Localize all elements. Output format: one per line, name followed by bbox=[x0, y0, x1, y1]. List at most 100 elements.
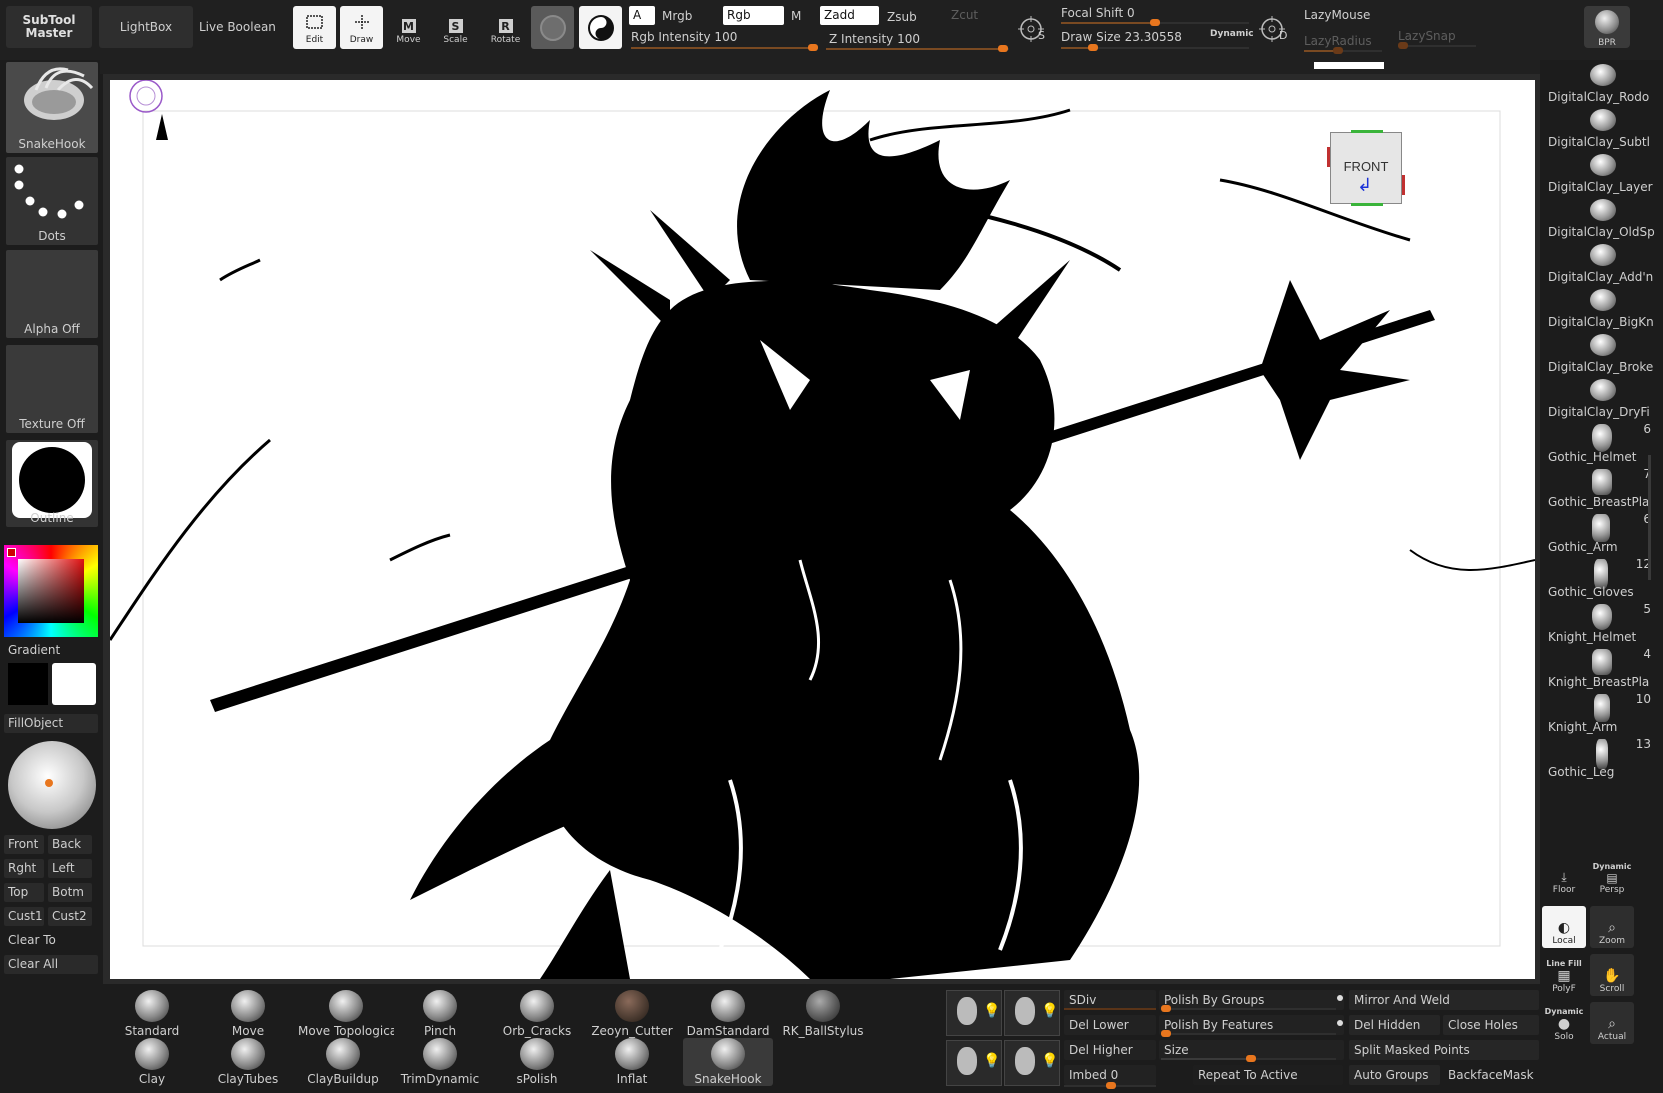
color-picker[interactable] bbox=[4, 545, 98, 637]
brush-rk-ballstylus-button[interactable]: RK_BallStylus bbox=[778, 990, 868, 1038]
del-higher-button[interactable]: Del Higher bbox=[1064, 1040, 1156, 1060]
backface-mask-toggle[interactable]: BackfaceMask bbox=[1443, 1065, 1539, 1085]
lazysnap-slider[interactable] bbox=[1398, 42, 1476, 49]
focal-shift-slider[interactable] bbox=[1061, 19, 1249, 26]
close-holes-button[interactable]: Close Holes bbox=[1443, 1015, 1539, 1035]
brush-claybuildup-button[interactable]: ClayBuildup bbox=[298, 1038, 388, 1086]
brush-claytubes-button[interactable]: ClayTubes bbox=[203, 1038, 293, 1086]
brush-list-item[interactable]: 12 Gothic_Gloves bbox=[1540, 557, 1663, 602]
subtool-thumb[interactable]: 💡 bbox=[1004, 1040, 1060, 1086]
color-picker-square[interactable] bbox=[18, 559, 84, 623]
solo-button[interactable]: Dynamic ● Solo bbox=[1542, 1002, 1586, 1044]
brush-inflat-button[interactable]: Inflat bbox=[587, 1038, 677, 1086]
polish-by-features-toggle[interactable]: Polish By Features bbox=[1159, 1015, 1344, 1035]
view-cust2-button[interactable]: Cust2 bbox=[48, 907, 92, 926]
subtool-thumb[interactable]: 💡 bbox=[946, 1040, 1002, 1086]
light-position-dot[interactable] bbox=[45, 779, 53, 787]
navcube-rotate-arrow-icon[interactable]: ↲ bbox=[1357, 175, 1372, 196]
draw-size-knob[interactable] bbox=[1088, 44, 1098, 51]
view-cust1-button[interactable]: Cust1 bbox=[4, 907, 44, 926]
polish-features-knob[interactable] bbox=[1161, 1030, 1171, 1037]
color-swatch-button[interactable] bbox=[579, 6, 622, 49]
brush-list-item[interactable]: DigitalClay_Subtl bbox=[1540, 107, 1663, 152]
right-shelf-scrollbar[interactable] bbox=[1648, 455, 1651, 580]
secondary-color-swatch[interactable] bbox=[52, 663, 96, 705]
lightbox-button[interactable]: LightBox bbox=[99, 6, 193, 48]
brush-list-item[interactable]: DigitalClay_Add'n bbox=[1540, 242, 1663, 287]
brush-list-item[interactable]: DigitalClay_DryFi bbox=[1540, 377, 1663, 422]
actual-button[interactable]: ⌕ Actual bbox=[1590, 1002, 1634, 1044]
view-top-button[interactable]: Top bbox=[4, 883, 44, 902]
document-canvas[interactable]: FRONT ↲ bbox=[110, 80, 1535, 979]
auto-groups-button[interactable]: Auto Groups bbox=[1349, 1065, 1440, 1085]
clear-all-button[interactable]: Clear All bbox=[4, 955, 98, 974]
clear-to-button[interactable]: Clear To bbox=[4, 931, 98, 950]
edit-button[interactable]: Edit bbox=[293, 6, 336, 49]
del-hidden-button[interactable]: Del Hidden bbox=[1349, 1015, 1440, 1035]
brush-list-item[interactable]: DigitalClay_Broke bbox=[1540, 332, 1663, 377]
mrgb-toggle[interactable]: Mrgb bbox=[662, 9, 692, 23]
dynamic-toggle[interactable]: Dynamic bbox=[1210, 29, 1254, 39]
material-sphere-button[interactable] bbox=[531, 6, 574, 49]
focal-shift-knob[interactable] bbox=[1150, 19, 1160, 26]
polish-features-slider[interactable] bbox=[1161, 1030, 1336, 1037]
brush-list-item[interactable]: 4 Knight_BreastPla bbox=[1540, 647, 1663, 692]
z-intensity-knob[interactable] bbox=[998, 45, 1008, 52]
brush-spolish-button[interactable]: sPolish bbox=[492, 1038, 582, 1086]
scroll-button[interactable]: ✋ Scroll bbox=[1590, 954, 1634, 996]
brush-list-item[interactable]: 13 Gothic_Leg bbox=[1540, 737, 1663, 782]
draw-size-slider[interactable] bbox=[1061, 44, 1249, 51]
view-bottom-button[interactable]: Botm bbox=[48, 883, 92, 902]
stroke-thumbnail[interactable]: Dots bbox=[6, 157, 98, 245]
polish-by-groups-toggle[interactable]: Polish By Groups bbox=[1159, 990, 1344, 1010]
lazysnap-knob[interactable] bbox=[1398, 42, 1408, 49]
view-right-button[interactable]: Rght bbox=[4, 859, 44, 878]
brush-standard-button[interactable]: Standard bbox=[107, 990, 197, 1038]
brush-list-item[interactable]: DigitalClay_Layer bbox=[1540, 152, 1663, 197]
texture-thumbnail[interactable]: Texture Off bbox=[6, 345, 98, 433]
brush-snakehook-button[interactable]: SnakeHook bbox=[683, 1038, 773, 1086]
scale-button[interactable]: S Scale bbox=[434, 6, 477, 49]
split-masked-points-button[interactable]: Split Masked Points bbox=[1349, 1040, 1539, 1060]
repeat-to-active-button[interactable]: Repeat To Active bbox=[1193, 1065, 1343, 1085]
del-lower-button[interactable]: Del Lower bbox=[1064, 1015, 1156, 1035]
imbed-knob[interactable] bbox=[1106, 1082, 1116, 1089]
sdiv-slider[interactable]: SDiv bbox=[1064, 990, 1156, 1010]
subtool-thumb[interactable]: 💡 bbox=[1004, 990, 1060, 1036]
subtool-master-button[interactable]: SubTool Master bbox=[6, 6, 92, 48]
main-color-swatch[interactable] bbox=[8, 663, 48, 705]
brush-zeoyn-cutter-button[interactable]: Zeoyn_Cutter bbox=[587, 990, 677, 1038]
floor-button[interactable]: ⤓ Floor bbox=[1542, 855, 1586, 897]
brush-list-item[interactable]: 5 Knight_Helmet bbox=[1540, 602, 1663, 647]
brush-damstandard-button[interactable]: DamStandard bbox=[683, 990, 773, 1038]
brush-list-item[interactable]: 6 Gothic_Arm bbox=[1540, 512, 1663, 557]
rgb-intensity-slider[interactable] bbox=[631, 44, 818, 51]
mirror-and-weld-button[interactable]: Mirror And Weld bbox=[1349, 990, 1539, 1010]
size-knob[interactable] bbox=[1246, 1055, 1256, 1062]
brush-list-item[interactable]: DigitalClay_Rodo bbox=[1540, 62, 1663, 107]
persp-button[interactable]: Dynamic ▤ Persp bbox=[1590, 855, 1634, 897]
brush-pinch-button[interactable]: Pinch bbox=[395, 990, 485, 1038]
rgb-field[interactable]: Rgb bbox=[723, 6, 784, 25]
brush-thumbnail[interactable]: SnakeHook bbox=[6, 62, 98, 153]
view-left-button[interactable]: Left bbox=[48, 859, 92, 878]
polish-groups-knob[interactable] bbox=[1161, 1005, 1171, 1012]
navigation-cube[interactable]: FRONT ↲ bbox=[1327, 130, 1405, 206]
brush-trimdynamic-button[interactable]: TrimDynamic bbox=[395, 1038, 485, 1086]
m-toggle[interactable]: M bbox=[791, 9, 801, 23]
brush-clay-button[interactable]: Clay bbox=[107, 1038, 197, 1086]
subtool-thumb[interactable]: 💡 bbox=[946, 990, 1002, 1036]
draw-button[interactable]: Draw bbox=[340, 6, 383, 49]
zcut-toggle[interactable]: Zcut bbox=[951, 8, 978, 22]
polish-groups-slider[interactable] bbox=[1161, 1005, 1336, 1012]
view-front-button[interactable]: Front bbox=[4, 835, 44, 854]
live-boolean-button[interactable]: Live Boolean bbox=[199, 20, 276, 34]
brush-move-topological-button[interactable]: Move Topologica bbox=[298, 990, 394, 1038]
view-back-button[interactable]: Back bbox=[48, 835, 92, 854]
brush-list-item[interactable]: 6 Gothic_Helmet bbox=[1540, 422, 1663, 467]
rotate-button[interactable]: R Rotate bbox=[484, 6, 527, 49]
bpr-button[interactable]: BPR bbox=[1584, 6, 1630, 48]
zoom-button[interactable]: ⌕ Zoom bbox=[1590, 906, 1634, 948]
zadd-field[interactable]: Zadd bbox=[820, 6, 879, 25]
rgb-intensity-knob[interactable] bbox=[808, 44, 818, 51]
